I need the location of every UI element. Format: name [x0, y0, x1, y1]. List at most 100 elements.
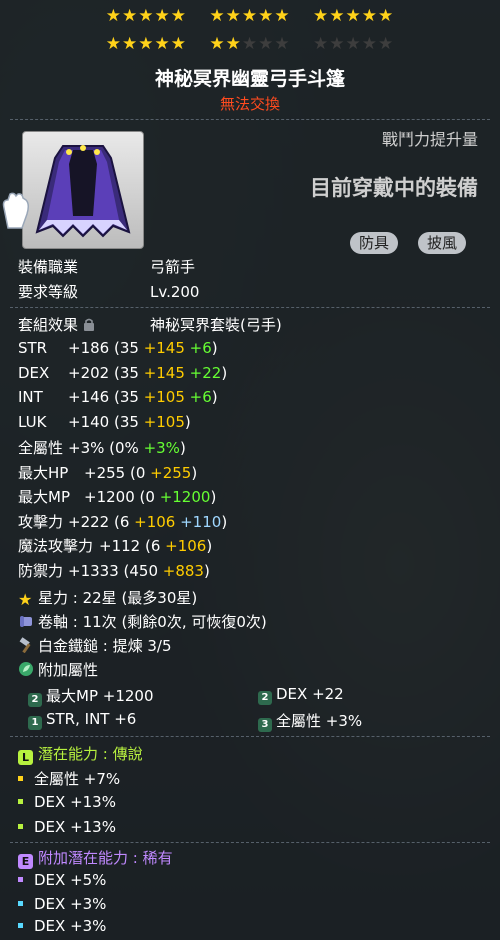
bonus-stat-item: 1 STR, INT +6 [28, 710, 136, 730]
scroll-icon [20, 616, 32, 627]
category-badge-cape: 披風 [418, 232, 467, 254]
stat-name: 最大HP [18, 463, 69, 482]
set-label: 套組效果 [18, 316, 79, 334]
stat-value-part: +1200 (0 [84, 488, 160, 506]
stat-name: 防禦力 [18, 561, 64, 580]
star-group: ★★★★★ [105, 6, 187, 26]
additional-potential-line: DEX +5% [18, 871, 106, 889]
stat-row: INT +146 (35 +105 +6) [18, 388, 218, 406]
stat-value-part: +6 [184, 339, 212, 357]
stat-value-part: ) [206, 537, 213, 555]
potential-line: 全屬性 +7% [18, 768, 120, 789]
hammer-text: 白金鐵鎚 : 提煉 3/5 [38, 637, 172, 655]
stat-row: STR +186 (35 +145 +6) [18, 339, 218, 357]
cape-icon [35, 145, 131, 238]
stat-value-part: +255 (0 [84, 463, 151, 482]
additional-potential-label: 附加潛在能力 : 稀有 [38, 849, 173, 867]
bullet-icon [18, 799, 23, 804]
stat-value-part: +140 (35 [68, 412, 144, 431]
star-group: ★★★★★ [105, 34, 187, 54]
star-group: ★★★★★ [313, 6, 395, 26]
stat-row: 攻擊力 +222 (6 +106 +110) [18, 511, 227, 532]
tier-badge: 2 [28, 693, 42, 707]
category-badge-armor: 防具 [350, 232, 399, 254]
divider [10, 842, 490, 843]
stat-row: 最大MP +1200 (0 +1200) [18, 486, 216, 507]
star-row-1: ★★★★★ ★★★★★ ★★★★★ [0, 6, 500, 26]
potential-line: DEX +13% [18, 793, 116, 811]
additional-potential-text: DEX +5% [34, 871, 107, 889]
stat-row: DEX +202 (35 +145 +22) [18, 364, 227, 382]
stat-row: 最大HP +255 (0 +255) [18, 462, 197, 483]
trade-status: 無法交換 [219, 95, 280, 113]
stat-name: DEX [18, 363, 50, 382]
item-name: 神秘冥界幽靈弓手斗篷 [154, 68, 345, 90]
stat-value-part: ) [211, 388, 218, 406]
stat-value-part: +255 [150, 463, 192, 482]
stat-value-part: +105 [143, 412, 185, 431]
job-row: 裝備職業 弓箭手 [18, 256, 195, 277]
bonus-stat-label: 附加屬性 [38, 661, 99, 679]
stat-value-part: ) [221, 363, 228, 382]
star-icon: ★ [18, 590, 33, 609]
bonus-stat-text: DEX +22 [276, 685, 344, 703]
tier-badge: 3 [258, 718, 272, 732]
potential-label: 潛在能力 : 傳說 [38, 745, 143, 763]
bullet-icon [18, 923, 23, 928]
stat-value-part: ) [179, 439, 186, 457]
stat-value-part: +22 [184, 363, 222, 382]
set-row: 套組效果 神秘冥界套裝(弓手) [18, 314, 282, 335]
stat-value-part: ) [191, 463, 198, 482]
hammer-icon [19, 637, 31, 653]
stat-value-part: +3% [143, 439, 180, 457]
divider [10, 119, 490, 120]
stat-name: 魔法攻擊力 [18, 537, 94, 555]
divider [10, 307, 490, 308]
tier-badge: 1 [28, 716, 42, 730]
bullet-icon [18, 877, 23, 882]
star-group-empty: ★★★★★ [313, 34, 395, 54]
equipped-label: 目前穿戴中的裝備 [310, 176, 478, 200]
stat-value-part: +6 [184, 388, 212, 406]
leaf-icon [19, 662, 33, 676]
stat-value-part: ) [211, 339, 218, 357]
star-group-empty: ★★★ [241, 34, 291, 54]
stat-value-part: +106 [134, 512, 176, 531]
stat-row: LUK +140 (35 +105) [18, 413, 191, 431]
stat-value-part: +883 [162, 561, 204, 580]
epic-tier-icon: E [18, 854, 33, 869]
stat-value-part: +112 (6 [99, 537, 166, 555]
level-label: 要求等級 [18, 283, 79, 301]
stat-name: 全屬性 [18, 439, 64, 457]
starforce-text: 星力 : 22星 (最多30星) [38, 589, 198, 607]
bonus-stat-text: 全屬性 +3% [276, 712, 363, 730]
stat-row: 全屬性 +3% (0% +3%) [18, 437, 186, 458]
starforce-row: ★ 星力 : 22星 (最多30星) [18, 587, 197, 608]
lock-icon [83, 318, 94, 331]
bullet-icon [18, 901, 23, 906]
scroll-row: 卷軸 : 11次 (剩餘0次, 可恢復0次) [18, 611, 267, 632]
scroll-text: 卷軸 : 11次 (剩餘0次, 可恢復0次) [38, 613, 267, 631]
additional-potential-header: E 附加潛在能力 : 稀有 [18, 847, 173, 869]
stat-value-part: +145 [143, 363, 185, 382]
additional-potential-text: DEX +3% [34, 917, 107, 935]
legendary-tier-icon: L [18, 750, 33, 765]
potential-text: 全屬性 +7% [34, 770, 121, 788]
potential-text: DEX +13% [34, 818, 116, 836]
stat-value-part: +202 (35 [68, 363, 144, 382]
stat-value-part: +186 (35 [68, 339, 144, 357]
job-value: 弓箭手 [150, 258, 196, 276]
stat-name: INT [18, 388, 43, 406]
combat-power-label: 戰鬥力提升量 [381, 130, 478, 149]
divider [10, 736, 490, 737]
cursor-glove-icon [2, 192, 30, 229]
bullet-icon [18, 824, 23, 829]
item-icon-frame [22, 131, 144, 249]
stat-value-part: +145 [143, 339, 185, 357]
bonus-stat-text: 最大MP +1200 [46, 687, 154, 705]
hammer-row: 白金鐵鎚 : 提煉 3/5 [18, 635, 172, 656]
stat-name: STR [18, 339, 48, 357]
bullet-icon [18, 776, 23, 781]
stat-value-part: +1333 (450 [68, 561, 163, 580]
potential-header: L 潛在能力 : 傳說 [18, 743, 143, 765]
